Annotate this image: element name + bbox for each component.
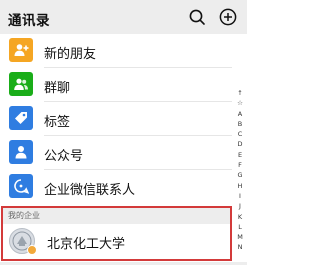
index-letter[interactable]: E [234, 150, 246, 160]
add-icon[interactable] [219, 8, 237, 26]
page-title: 通讯录 [8, 13, 50, 29]
index-letter[interactable]: B [234, 119, 246, 129]
list-item-work-contacts[interactable]: 企业微信联系人 [0, 170, 232, 204]
list-item-new-friends[interactable]: 新的朋友 [0, 34, 232, 68]
index-letter[interactable]: ☆ [234, 98, 246, 108]
top-bar: 通讯录 [0, 0, 247, 34]
search-icon[interactable] [188, 8, 206, 26]
index-letter[interactable]: I [234, 191, 246, 201]
index-letter[interactable]: A [234, 109, 246, 119]
list-item-tags[interactable]: 标签 [0, 102, 232, 136]
list-item-official-accounts[interactable]: 公众号 [0, 136, 232, 170]
list-item-label: 公众号 [44, 149, 84, 164]
list-item-label: 群聊 [44, 81, 71, 96]
tag-icon [9, 106, 33, 130]
highlight-box [1, 206, 232, 261]
list-item-label: 新的朋友 [44, 47, 97, 62]
index-letter[interactable]: D [234, 139, 246, 149]
list-item-label: 标签 [44, 115, 71, 130]
list-item-group-chats[interactable]: 群聊 [0, 68, 232, 102]
index-letter[interactable]: F [234, 160, 246, 170]
index-letter[interactable]: M [234, 232, 246, 242]
work-contact-icon [9, 174, 33, 198]
official-account-icon [9, 140, 33, 164]
index-letter[interactable]: L [234, 222, 246, 232]
list-item-label: 企业微信联系人 [44, 183, 136, 198]
add-friend-icon [9, 38, 33, 62]
index-letter[interactable]: N [234, 242, 246, 252]
index-letter[interactable]: K [234, 212, 246, 222]
index-letter[interactable]: J [234, 201, 246, 211]
group-chat-icon [9, 72, 33, 96]
index-letter[interactable]: H [234, 181, 246, 191]
alphabet-index[interactable]: ↑ ☆ A B C D E F G H I J K L M N [234, 88, 246, 253]
index-letter[interactable]: G [234, 170, 246, 180]
index-letter[interactable]: ↑ [234, 88, 246, 98]
index-letter[interactable]: C [234, 129, 246, 139]
